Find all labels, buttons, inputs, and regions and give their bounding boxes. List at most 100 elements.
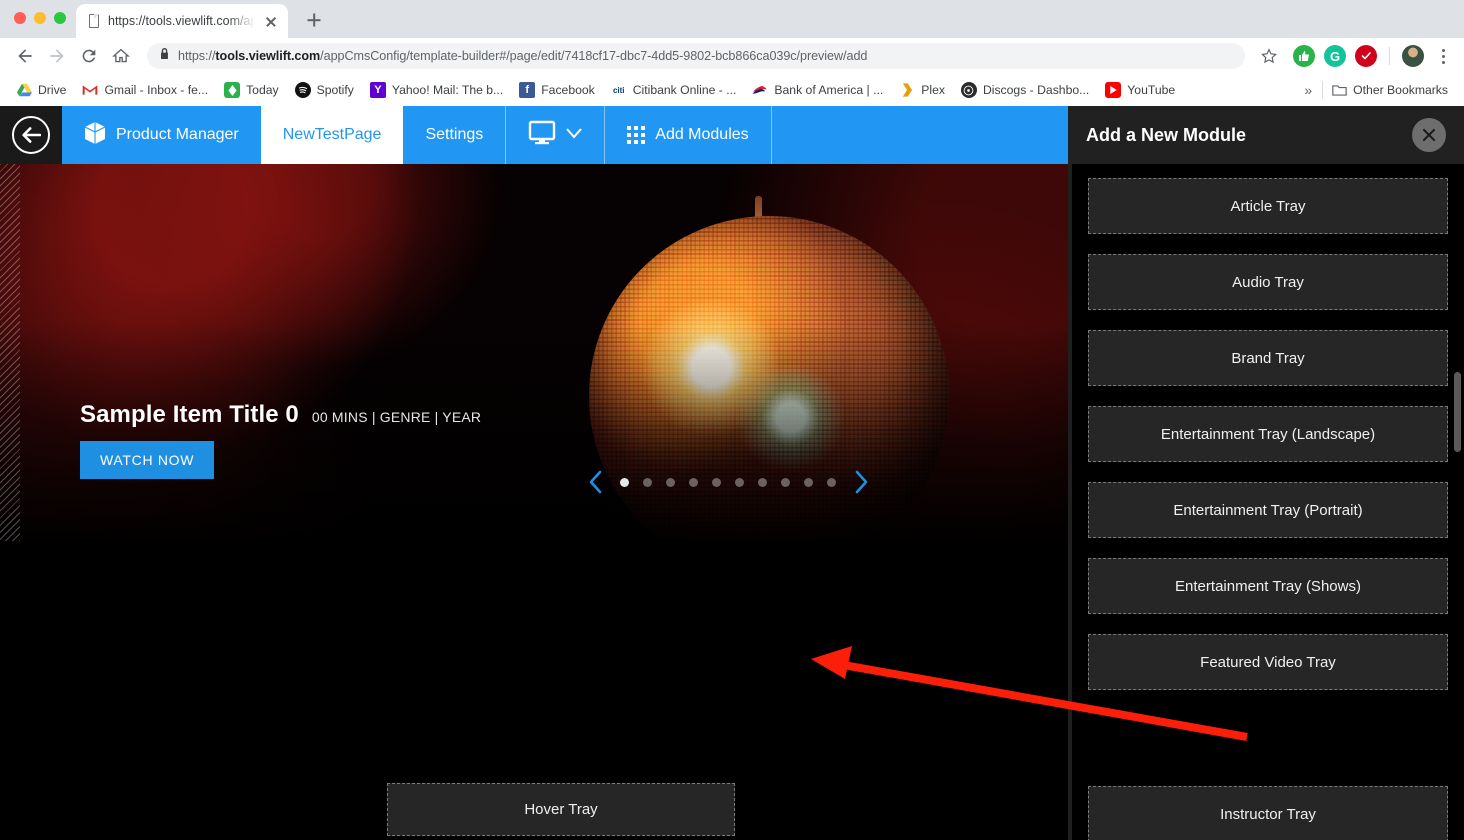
lock-icon <box>159 47 170 65</box>
carousel-dot[interactable] <box>758 477 767 487</box>
chevron-down-icon <box>566 126 583 144</box>
carousel-dot[interactable] <box>689 477 698 487</box>
lastpass-extension-icon[interactable] <box>1355 45 1377 67</box>
carousel-dot[interactable] <box>781 477 790 487</box>
grid-icon <box>627 126 646 144</box>
module-list: Article Tray Audio Tray Brand Tray Enter… <box>1072 164 1464 840</box>
module-option-brand-tray[interactable]: Brand Tray <box>1088 330 1448 386</box>
hero-drag-handle[interactable] <box>0 164 20 541</box>
carousel-dot[interactable] <box>827 477 836 487</box>
bookmark-yahoo[interactable]: Y Yahoo! Mail: The b... <box>362 78 511 102</box>
app-container: Product Manager NewTestPage Settings Add… <box>0 106 1464 840</box>
nav-label: Settings <box>425 126 484 143</box>
chevron-right-icon[interactable] <box>844 465 878 499</box>
browser-chrome: https://tools.viewlift.com/appC https://… <box>0 0 1464 106</box>
new-tab-button[interactable] <box>300 6 328 34</box>
nav-newtestpage[interactable]: NewTestPage <box>260 106 404 164</box>
nav-product-manager[interactable]: Product Manager <box>62 106 261 164</box>
add-modules-button[interactable]: Add Modules <box>605 106 770 164</box>
other-bookmarks-folder[interactable]: Other Bookmarks <box>1323 78 1456 102</box>
add-modules-label: Add Modules <box>655 126 749 143</box>
url-scheme: https:// <box>178 49 216 63</box>
url-host: tools.viewlift.com <box>215 49 321 63</box>
module-label: Entertainment Tray (Shows) <box>1175 577 1361 595</box>
chrome-menu-icon[interactable] <box>1432 44 1454 68</box>
module-option-instructor-tray[interactable]: Instructor Tray <box>1088 786 1448 840</box>
home-icon[interactable] <box>106 41 136 71</box>
app-back-button[interactable] <box>0 106 62 164</box>
carousel-dot[interactable] <box>712 477 721 487</box>
close-icon[interactable] <box>1412 118 1446 152</box>
carousel-dot[interactable] <box>804 477 813 487</box>
bookmark-label: Today <box>246 83 279 97</box>
module-option-article-tray[interactable]: Article Tray <box>1088 178 1448 234</box>
bookmarks-overflow-button[interactable]: » <box>1294 82 1322 98</box>
bookmark-citibank[interactable]: citi Citibank Online - ... <box>603 78 745 102</box>
drive-icon <box>16 82 32 98</box>
gmail-icon <box>82 82 98 98</box>
chevron-left-icon[interactable] <box>578 465 612 499</box>
nav-settings[interactable]: Settings <box>403 106 505 164</box>
hero-carousel-controls <box>578 465 878 499</box>
watch-now-button[interactable]: WATCH NOW <box>80 441 215 479</box>
url-path: /appCmsConfig/template-builder#/page/edi… <box>320 49 868 63</box>
reload-icon[interactable] <box>74 41 104 71</box>
grammarly-extension-icon[interactable]: G <box>1324 45 1346 67</box>
bookmark-spotify[interactable]: Spotify <box>287 78 362 102</box>
bookmark-bank-of-america[interactable]: Bank of America | ... <box>744 78 891 102</box>
bookmark-today[interactable]: Today <box>216 78 287 102</box>
bookmark-label: Gmail - Inbox - fe... <box>104 83 209 97</box>
preview-modules-area: Hover Tray <box>0 541 1068 840</box>
bookmark-facebook[interactable]: f Facebook <box>511 78 603 102</box>
carousel-dot[interactable] <box>666 477 675 487</box>
carousel-dot[interactable] <box>620 477 629 487</box>
hero-module[interactable]: Sample Item Title 0 00 MINS | GENRE | YE… <box>0 164 1068 541</box>
tab-strip: https://tools.viewlift.com/appC <box>0 0 1464 38</box>
toolbar-filler <box>771 106 1068 164</box>
folder-icon <box>1331 82 1347 98</box>
carousel-dots <box>612 477 844 487</box>
module-option-entertainment-tray-shows[interactable]: Entertainment Tray (Shows) <box>1088 558 1448 614</box>
module-option-entertainment-tray-portrait[interactable]: Entertainment Tray (Portrait) <box>1088 482 1448 538</box>
window-maximize-button[interactable] <box>54 12 66 24</box>
bookmark-youtube[interactable]: YouTube <box>1097 78 1183 102</box>
window-minimize-button[interactable] <box>34 12 46 24</box>
spotify-icon <box>294 82 311 98</box>
module-label: Entertainment Tray (Portrait) <box>1173 501 1363 519</box>
module-option-entertainment-tray-landscape[interactable]: Entertainment Tray (Landscape) <box>1088 406 1448 462</box>
bookmark-label: Bank of America | ... <box>774 83 884 97</box>
cube-icon <box>84 121 106 150</box>
bookmark-discogs[interactable]: Discogs - Dashbo... <box>953 78 1097 102</box>
device-selector[interactable] <box>506 106 604 164</box>
window-close-button[interactable] <box>14 12 26 24</box>
panel-scrollbar[interactable] <box>1453 164 1463 840</box>
carousel-dot[interactable] <box>735 477 744 487</box>
carousel-dot[interactable] <box>643 477 652 487</box>
page-icon <box>87 13 101 29</box>
thumbs-up-extension-icon[interactable] <box>1293 45 1315 67</box>
desktop-icon <box>528 120 556 151</box>
preview-module-hover-tray[interactable]: Hover Tray <box>387 783 735 836</box>
module-option-featured-video-tray[interactable]: Featured Video Tray <box>1088 634 1448 690</box>
browser-tab[interactable]: https://tools.viewlift.com/appC <box>76 4 288 38</box>
module-label: Article Tray <box>1230 197 1306 215</box>
back-arrow-icon <box>12 116 50 154</box>
panel-scrollbar-thumb[interactable] <box>1454 372 1461 452</box>
close-icon[interactable] <box>262 12 280 30</box>
bookmark-gmail[interactable]: Gmail - Inbox - fe... <box>74 78 216 102</box>
address-bar-url: https://tools.viewlift.com/appCmsConfig/… <box>178 49 867 63</box>
page-title: Sample Item Title 0 <box>80 401 299 428</box>
bookmark-drive[interactable]: Drive <box>8 78 74 102</box>
youtube-icon <box>1105 82 1122 98</box>
bookmark-star-icon[interactable] <box>1254 41 1284 71</box>
avatar[interactable] <box>1402 45 1424 67</box>
bookmark-label: Facebook <box>541 83 595 97</box>
bofa-icon <box>752 82 768 98</box>
address-bar[interactable]: https://tools.viewlift.com/appCmsConfig/… <box>147 43 1245 69</box>
bookmark-plex[interactable]: Plex <box>891 78 953 102</box>
forward-icon[interactable] <box>42 41 72 71</box>
back-icon[interactable] <box>10 41 40 71</box>
module-option-audio-tray[interactable]: Audio Tray <box>1088 254 1448 310</box>
bookmark-label: Yahoo! Mail: The b... <box>391 83 504 97</box>
module-label: Instructor Tray <box>1220 805 1316 823</box>
